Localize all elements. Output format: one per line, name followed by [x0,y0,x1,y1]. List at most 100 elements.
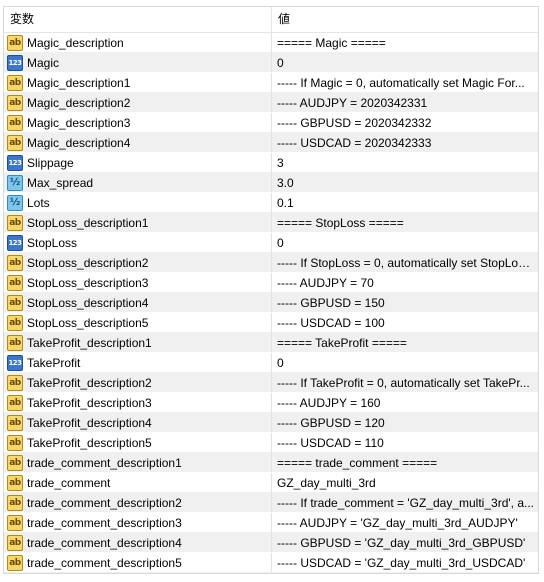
value-cell[interactable]: ----- USDCAD = 110 [272,433,538,452]
variable-value[interactable]: ----- USDCAD = 2020342333 [277,136,431,150]
variable-value[interactable]: ===== Magic ===== [277,36,386,50]
value-cell[interactable]: 0 [272,233,538,252]
string-icon [7,434,23,451]
value-cell[interactable]: GZ_day_multi_3rd [272,473,538,492]
table-row[interactable]: Magic_description1 ----- If Magic = 0, au… [4,73,538,93]
value-cell[interactable]: ----- AUDJPY = 2020342331 [272,93,538,112]
value-cell[interactable]: ===== Magic ===== [272,33,538,52]
variable-name: StopLoss_description3 [27,275,149,290]
value-cell[interactable]: ----- If Magic = 0, automatically set Ma… [272,73,538,92]
value-cell[interactable]: 0 [272,53,538,72]
variable-value[interactable]: 0.1 [277,196,294,210]
string-icon [7,34,23,51]
value-cell[interactable]: ----- USDCAD = 100 [272,313,538,332]
table-row[interactable]: TakeProfit_description4 ----- GBPUSD = 12… [4,413,538,433]
variable-value[interactable]: ----- If trade_comment = 'GZ_day_multi_3… [277,496,534,510]
value-cell[interactable]: 0 [272,353,538,372]
value-cell[interactable]: ----- If TakeProfit = 0, automatically s… [272,373,538,392]
value-cell[interactable]: ----- AUDJPY = 160 [272,393,538,412]
table-row[interactable]: Lots 0.1 [4,193,538,213]
string-icon [7,414,23,431]
variable-value[interactable]: ----- USDCAD = 'GZ_day_multi_3rd_USDCAD' [277,556,525,570]
table-row[interactable]: StopLoss 0 [4,233,538,253]
variable-value[interactable]: ===== StopLoss ===== [277,216,404,230]
value-cell[interactable]: ----- GBPUSD = 'GZ_day_multi_3rd_GBPUSD' [272,533,538,552]
value-cell[interactable]: ----- USDCAD = 2020342333 [272,133,538,152]
table-row[interactable]: trade_comment GZ_day_multi_3rd [4,473,538,493]
variable-value[interactable]: ----- GBPUSD = 150 [277,296,385,310]
table-row[interactable]: TakeProfit_description5 ----- USDCAD = 11… [4,433,538,453]
value-cell[interactable]: ----- If trade_comment = 'GZ_day_multi_3… [272,493,538,512]
value-cell[interactable]: ===== trade_comment ===== [272,453,538,472]
variable-value[interactable]: ----- GBPUSD = 2020342332 [277,116,431,130]
variable-value[interactable]: ----- AUDJPY = 'GZ_day_multi_3rd_AUDJPY' [277,516,518,530]
table-row[interactable]: StopLoss_description4 ----- GBPUSD = 150 [4,293,538,313]
variable-value[interactable]: GZ_day_multi_3rd [277,476,376,490]
table-row[interactable]: TakeProfit_description1 ===== TakeProfit … [4,333,538,353]
string-icon [7,474,23,491]
table-row[interactable]: StopLoss_description1 ===== StopLoss ====… [4,213,538,233]
variable-value[interactable]: ----- AUDJPY = 2020342331 [277,96,427,110]
string-icon [7,374,23,391]
table-row[interactable]: Magic 0 [4,53,538,73]
table-row[interactable]: trade_comment_description3 ----- AUDJPY =… [4,513,538,533]
variable-value[interactable]: ----- AUDJPY = 70 [277,276,374,290]
table-row[interactable]: StopLoss_description5 ----- USDCAD = 100 [4,313,538,333]
value-cell[interactable]: ----- GBPUSD = 2020342332 [272,113,538,132]
table-row[interactable]: trade_comment_description2 ----- If trade… [4,493,538,513]
variable-value[interactable]: ----- If TakeProfit = 0, automatically s… [277,376,530,390]
variable-value[interactable]: 3.0 [277,176,294,190]
value-cell[interactable]: ----- AUDJPY = 70 [272,273,538,292]
variable-cell: trade_comment_description4 [4,533,272,552]
table-row[interactable]: Magic_description2 ----- AUDJPY = 2020342… [4,93,538,113]
variable-name: StopLoss [27,235,78,250]
variable-value[interactable]: ----- If Magic = 0, automatically set Ma… [277,76,525,90]
value-cell[interactable]: ----- GBPUSD = 150 [272,293,538,312]
table-row[interactable]: Magic_description4 ----- USDCAD = 2020342… [4,133,538,153]
variable-value[interactable]: ----- USDCAD = 100 [277,316,385,330]
variable-value[interactable]: ----- AUDJPY = 160 [277,396,380,410]
variable-name: trade_comment_description5 [27,555,182,570]
table-row[interactable]: Magic_description ===== Magic ===== [4,33,538,53]
value-cell[interactable]: 0.1 [272,193,538,212]
variable-value[interactable]: 0 [277,356,284,370]
variable-value[interactable]: ----- If StopLoss = 0, automatically set… [277,256,534,270]
table-row[interactable]: Magic_description3 ----- GBPUSD = 2020342… [4,113,538,133]
variable-value[interactable]: ----- USDCAD = 110 [277,436,384,450]
variable-name: TakeProfit_description2 [27,375,152,390]
column-header-variable[interactable]: 変数 [4,7,272,32]
variable-value[interactable]: ----- GBPUSD = 'GZ_day_multi_3rd_GBPUSD' [277,536,525,550]
value-cell[interactable]: ----- AUDJPY = 'GZ_day_multi_3rd_AUDJPY' [272,513,538,532]
variable-value[interactable]: ----- GBPUSD = 120 [277,416,385,430]
value-cell[interactable]: ----- USDCAD = 'GZ_day_multi_3rd_USDCAD' [272,553,538,572]
value-cell[interactable]: 3.0 [272,173,538,192]
table-row[interactable]: trade_comment_description5 ----- USDCAD =… [4,553,538,573]
value-cell[interactable]: ----- GBPUSD = 120 [272,413,538,432]
table-row[interactable]: trade_comment_description1 ===== trade_co… [4,453,538,473]
integer-icon [7,354,23,371]
table-row[interactable]: TakeProfit_description3 ----- AUDJPY = 16… [4,393,538,413]
table-row[interactable]: TakeProfit_description2 ----- If TakeProf… [4,373,538,393]
variable-cell: TakeProfit [4,353,272,372]
variable-value[interactable]: ===== TakeProfit ===== [277,336,407,350]
table-row[interactable]: StopLoss_description2 ----- If StopLoss =… [4,253,538,273]
variable-value[interactable]: 0 [277,236,284,250]
variable-cell: StopLoss_description4 [4,293,272,312]
value-cell[interactable]: ===== StopLoss ===== [272,213,538,232]
value-cell[interactable]: ----- If StopLoss = 0, automatically set… [272,253,538,272]
table-row[interactable]: StopLoss_description3 ----- AUDJPY = 70 [4,273,538,293]
column-header-value[interactable]: 値 [272,7,538,32]
table-row[interactable]: TakeProfit 0 [4,353,538,373]
string-icon [7,254,23,271]
variable-cell: Magic_description4 [4,133,272,152]
table-row[interactable]: Slippage 3 [4,153,538,173]
table-row[interactable]: trade_comment_description4 ----- GBPUSD =… [4,533,538,553]
variable-value[interactable]: 3 [277,156,284,170]
value-cell[interactable]: ===== TakeProfit ===== [272,333,538,352]
table-row[interactable]: Max_spread 3.0 [4,173,538,193]
variable-cell: trade_comment [4,473,272,492]
variable-value[interactable]: 0 [277,56,284,70]
value-cell[interactable]: 3 [272,153,538,172]
variable-name: Magic [27,55,60,70]
variable-value[interactable]: ===== trade_comment ===== [277,456,437,470]
